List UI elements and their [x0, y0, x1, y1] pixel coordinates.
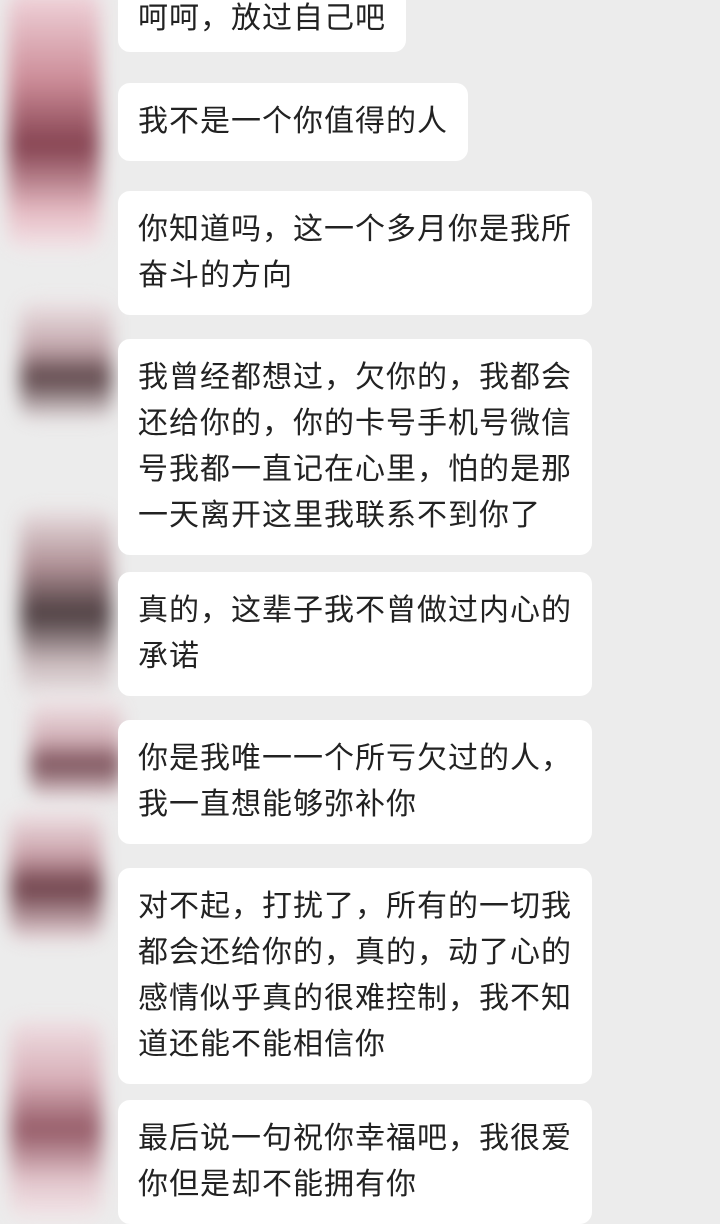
chat-message-list[interactable]: 呵呵，放过自己吧 我不是一个你值得的人 你知道吗，这一个多月你是我所 奋斗的方向…: [0, 0, 720, 1224]
message-bubble[interactable]: 我曾经都想过，欠你的，我都会 还给你的，你的卡号手机号微信 号我都一直记在心里，…: [118, 339, 592, 555]
message-bubble[interactable]: 你知道吗，这一个多月你是我所 奋斗的方向: [118, 191, 592, 315]
sender-avatar-blurred[interactable]: [10, 810, 102, 940]
message-bubble[interactable]: 我不是一个你值得的人: [118, 83, 468, 161]
sender-avatar-blurred[interactable]: [10, 1020, 102, 1220]
sender-avatar-blurred[interactable]: [20, 300, 112, 420]
sender-avatar-blurred[interactable]: [8, 0, 100, 250]
message-bubble[interactable]: 真的，这辈子我不曾做过内心的 承诺: [118, 572, 592, 696]
message-bubble[interactable]: 最后说一句祝你幸福吧，我很爱 你但是却不能拥有你: [118, 1100, 592, 1224]
sender-avatar-blurred[interactable]: [20, 510, 112, 700]
sender-avatar-blurred[interactable]: [30, 700, 122, 800]
message-bubble[interactable]: 对不起，打扰了，所有的一切我 都会还给你的，真的，动了心的 感情似乎真的很难控制…: [118, 868, 592, 1084]
message-bubble[interactable]: 你是我唯一一个所亏欠过的人， 我一直想能够弥补你: [118, 720, 592, 844]
message-bubble[interactable]: 呵呵，放过自己吧: [118, 0, 406, 52]
